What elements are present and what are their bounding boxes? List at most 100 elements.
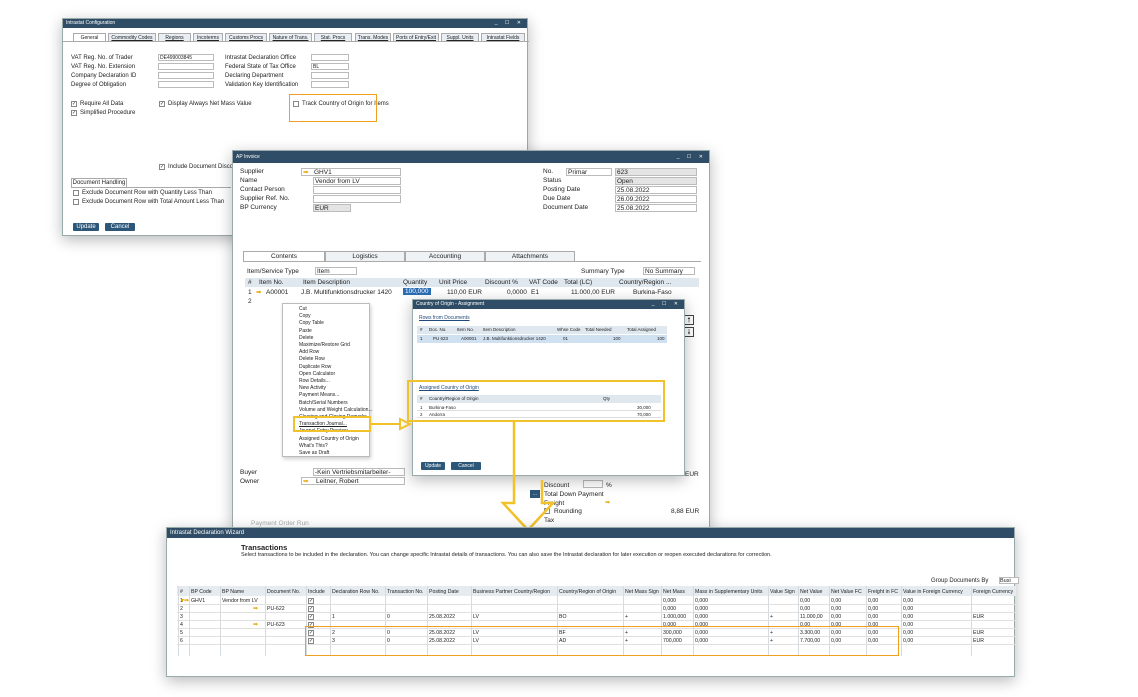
rounding-checkbox[interactable] bbox=[544, 508, 550, 514]
context-menu-item[interactable]: Delete Row bbox=[299, 356, 325, 362]
table-row[interactable] bbox=[177, 597, 1016, 605]
link-arrow-icon[interactable]: ➡ bbox=[253, 621, 258, 628]
context-menu-item[interactable]: Volume and Weight Calculation... bbox=[299, 407, 373, 413]
due-date-field[interactable]: 26.09.2022 bbox=[615, 195, 697, 203]
include-checkbox[interactable]: ✓ bbox=[308, 614, 314, 620]
config-tab[interactable]: Customs Procs bbox=[225, 33, 267, 41]
discount-field[interactable] bbox=[583, 480, 603, 488]
tab-logistics[interactable]: Logistics bbox=[325, 251, 405, 261]
context-menu-item[interactable]: Duplicate Row bbox=[299, 364, 331, 370]
config-tab[interactable]: Stat. Procs bbox=[314, 33, 352, 41]
company-id-field[interactable] bbox=[158, 72, 214, 79]
posting-date-field[interactable]: 25.08.2022 bbox=[615, 186, 697, 194]
ref-field[interactable] bbox=[313, 195, 401, 203]
column-header: Posting Date bbox=[429, 589, 459, 595]
link-arrow-icon[interactable]: ➡ bbox=[303, 478, 308, 485]
label-name: Name bbox=[240, 177, 258, 184]
context-menu-item[interactable]: Add Row bbox=[299, 349, 319, 355]
table-row[interactable] bbox=[177, 605, 1016, 613]
dept-field[interactable] bbox=[311, 72, 349, 79]
tab-accounting[interactable]: Accounting bbox=[405, 251, 485, 261]
group-by-select[interactable]: Busi bbox=[999, 577, 1019, 584]
context-menu-item[interactable]: Cut bbox=[299, 306, 307, 312]
context-menu-item[interactable]: New Activity bbox=[299, 385, 326, 391]
include-checkbox[interactable]: ✓ bbox=[308, 598, 314, 604]
total-currency: EUR bbox=[685, 471, 699, 478]
link-arrow-icon[interactable]: ➡ bbox=[253, 605, 258, 612]
table-row[interactable] bbox=[177, 613, 1016, 621]
simplified-checkbox[interactable]: ✓ bbox=[71, 110, 77, 116]
context-menu-item[interactable]: Copy Table bbox=[299, 320, 324, 326]
window-controls[interactable]: _ ☐ ✕ bbox=[652, 300, 681, 309]
context-menu-item[interactable]: Row Details... bbox=[299, 378, 330, 384]
context-menu-item[interactable]: What's This? bbox=[299, 443, 328, 449]
validation-field[interactable] bbox=[311, 81, 349, 88]
table-row[interactable]: 1 ➡ A00001 J.B. Multifunktionsdrucker 14… bbox=[245, 288, 699, 297]
display-net-mass-checkbox[interactable]: ✓ bbox=[159, 101, 165, 107]
context-menu-item[interactable]: Assigned Country of Origin bbox=[299, 436, 359, 442]
window-controls[interactable]: _ ☐ ✕ bbox=[495, 19, 524, 28]
buyer-select[interactable]: -Kein Vertriebsmitarbeiter- bbox=[313, 468, 405, 476]
cell[interactable]: + bbox=[625, 614, 628, 620]
require-all-checkbox[interactable]: ✓ bbox=[71, 101, 77, 107]
vat-ext-field[interactable] bbox=[158, 63, 214, 70]
exclude-qty-checkbox[interactable] bbox=[73, 190, 79, 196]
context-menu-item[interactable]: Open Calculator bbox=[299, 371, 335, 377]
config-tab[interactable]: Regions bbox=[158, 33, 191, 41]
cell[interactable]: LV bbox=[473, 614, 479, 620]
supplier-field[interactable]: ➡ GHV1 bbox=[301, 168, 401, 176]
context-menu-item[interactable]: Maximize/Restore Grid bbox=[299, 342, 350, 348]
summary-type-select[interactable]: No Summary bbox=[643, 267, 695, 275]
config-tab[interactable]: Ports of Entry/Exit bbox=[393, 33, 439, 41]
link-arrow-icon[interactable]: ▾➡ bbox=[181, 597, 189, 604]
context-menu-item[interactable]: Save as Draft bbox=[299, 450, 329, 456]
contact-field[interactable] bbox=[313, 186, 401, 194]
config-tab[interactable]: Incoterms bbox=[193, 33, 223, 41]
number-field[interactable]: 623 bbox=[615, 168, 697, 176]
exclude-qty-label: Exclude Document Row with Quantity Less … bbox=[82, 190, 212, 196]
owner-field[interactable]: ➡ Leitner, Robert bbox=[301, 477, 405, 485]
decl-office-field[interactable] bbox=[311, 54, 349, 61]
config-tab[interactable]: Commodity Codes bbox=[108, 33, 156, 41]
context-menu-item[interactable]: Payment Means... bbox=[299, 392, 339, 398]
config-tab[interactable]: Suppl. Units bbox=[441, 33, 479, 41]
vat-field[interactable]: DE499003845 bbox=[158, 54, 214, 61]
name-field[interactable]: Vendor from LV bbox=[313, 177, 401, 185]
link-arrow-icon[interactable]: ➡ bbox=[303, 169, 308, 176]
federal-field[interactable]: BL bbox=[311, 63, 349, 70]
label-posting: Posting Date bbox=[543, 186, 581, 193]
link-arrow-icon[interactable]: ➡ bbox=[256, 288, 261, 296]
currency-field[interactable]: EUR bbox=[313, 204, 351, 212]
include-discount-checkbox[interactable]: ✓ bbox=[159, 164, 165, 170]
context-menu-item[interactable]: Delete bbox=[299, 335, 313, 341]
row-down-button[interactable]: 🠗 bbox=[684, 327, 694, 337]
cell[interactable]: + bbox=[770, 614, 773, 620]
doc-date-field[interactable]: 25.08.2022 bbox=[615, 204, 697, 212]
config-cancel-button[interactable]: Cancel bbox=[105, 223, 135, 231]
exclude-total-checkbox[interactable] bbox=[73, 199, 79, 205]
config-tab[interactable]: Nature of Trans. bbox=[269, 33, 312, 41]
tab-attachments[interactable]: Attachments bbox=[485, 251, 575, 261]
config-tab[interactable]: Trans. Modes bbox=[355, 33, 391, 41]
series-select[interactable]: Primar bbox=[566, 168, 612, 176]
doc-handling-tab[interactable]: Document Handling bbox=[71, 178, 127, 187]
context-menu-item[interactable]: Batch/Serial Numbers bbox=[299, 400, 348, 406]
row-up-button[interactable]: 🠕 bbox=[684, 315, 694, 325]
context-menu-item[interactable]: Paste bbox=[299, 328, 312, 334]
table-row[interactable]: 2 bbox=[248, 298, 252, 305]
coo-update-button[interactable]: Update bbox=[421, 462, 445, 470]
down-payment-button[interactable]: ... bbox=[530, 490, 540, 498]
item-type-select[interactable]: Item bbox=[315, 267, 357, 275]
config-tab[interactable]: General bbox=[73, 33, 106, 41]
include-checkbox[interactable]: ✓ bbox=[308, 606, 314, 612]
cell: 1 bbox=[420, 336, 423, 341]
context-menu-item[interactable]: Copy bbox=[299, 313, 311, 319]
link-arrow-icon[interactable]: ➡ bbox=[605, 499, 610, 506]
coo-cancel-button[interactable]: Cancel bbox=[451, 462, 481, 470]
config-tab[interactable]: Intrastat Fields bbox=[481, 33, 525, 41]
degree-field[interactable] bbox=[158, 81, 214, 88]
config-update-button[interactable]: Update bbox=[73, 223, 99, 231]
cell[interactable]: BO bbox=[559, 614, 567, 620]
window-controls[interactable]: _ ☐ ✕ bbox=[677, 151, 706, 163]
tab-contents[interactable]: Contents bbox=[243, 251, 325, 261]
